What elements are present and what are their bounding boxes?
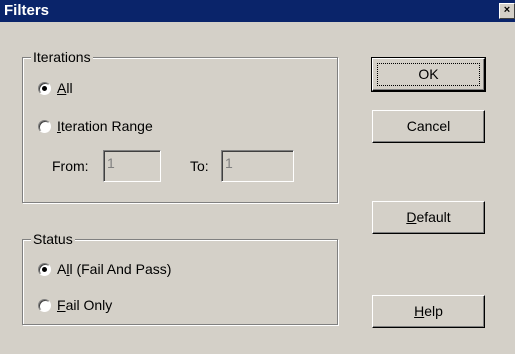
iterations-legend: Iterations [31,49,93,65]
status-all-radio[interactable]: All (Fail And Pass) [38,261,171,277]
radio-button-icon[interactable] [38,262,51,276]
help-button-label: Help [414,303,443,319]
window-title: Filters [4,2,50,19]
from-input[interactable]: 1 [103,150,161,182]
close-icon[interactable]: × [499,3,515,19]
iteration-range-radio[interactable]: Iteration Range [38,118,153,134]
default-button[interactable]: Default [372,201,485,234]
iteration-range-label: Iteration Range [57,118,153,134]
status-legend: Status [31,231,75,247]
status-all-label: All (Fail And Pass) [57,261,172,277]
title-bar: Filters × [0,0,515,22]
radio-button-icon[interactable] [38,81,51,95]
iterations-all-label: All [57,80,73,96]
help-button[interactable]: Help [372,295,485,328]
from-label: From: [52,158,89,174]
to-label: To: [190,158,209,174]
status-fail-only-label: Fail Only [57,297,113,313]
radio-button-icon[interactable] [38,119,51,133]
default-button-label: Default [406,209,451,225]
iterations-all-radio[interactable]: All [38,80,73,96]
cancel-button[interactable]: Cancel [372,110,485,143]
to-input[interactable]: 1 [221,150,294,182]
ok-button[interactable]: OK [371,57,486,92]
radio-button-icon[interactable] [38,298,51,312]
status-fail-only-radio[interactable]: Fail Only [38,297,112,313]
